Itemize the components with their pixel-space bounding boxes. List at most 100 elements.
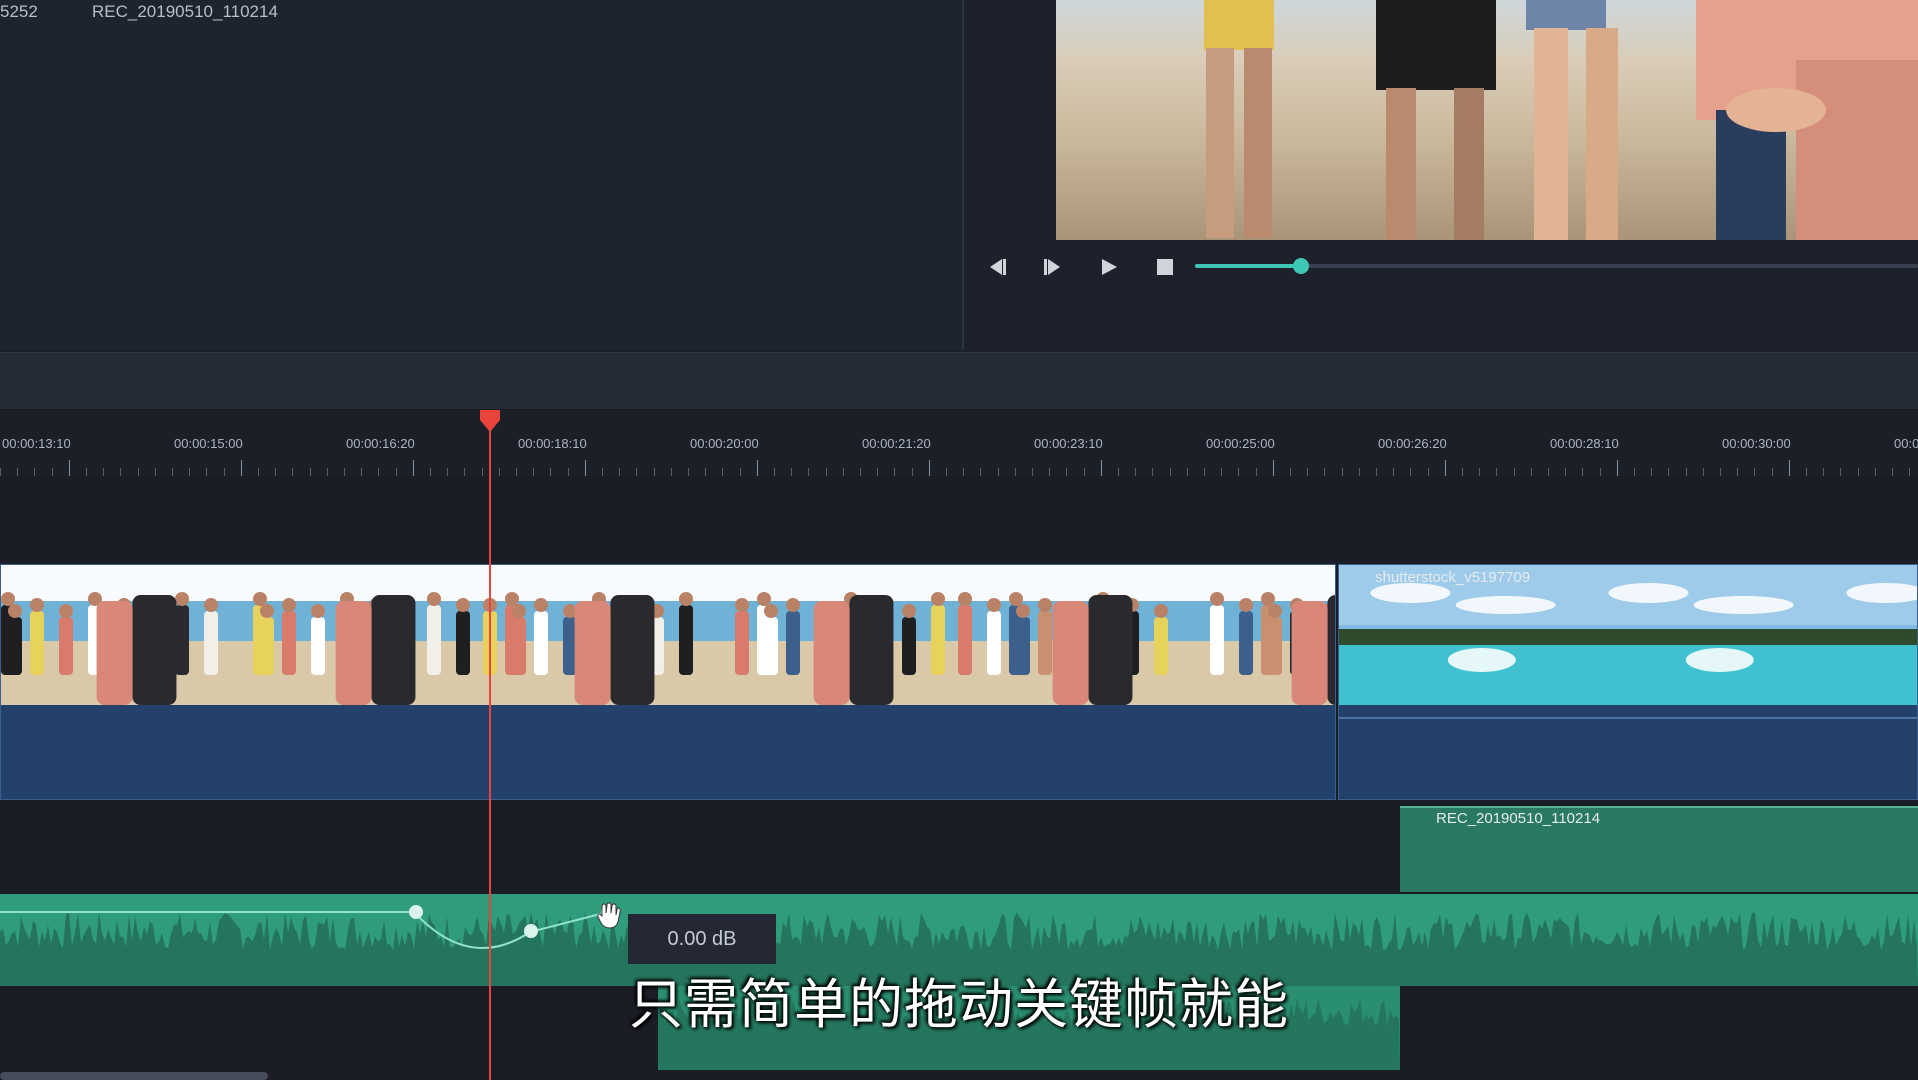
ruler-tick — [774, 468, 775, 476]
ruler-tick — [120, 468, 121, 476]
ruler-tick — [1823, 468, 1824, 476]
ruler-tick — [1496, 468, 1497, 476]
keyframe-point[interactable] — [409, 905, 423, 919]
clip-thumbnails — [1, 565, 1335, 705]
playback-progress-slider[interactable] — [1195, 258, 1918, 274]
video-clip-ocean[interactable]: shutterstock_v5197709 — [1338, 564, 1918, 800]
ruler-tick — [241, 460, 242, 476]
step-forward-button[interactable] — [1036, 250, 1070, 284]
timeline-scrollbar[interactable] — [0, 1072, 268, 1080]
media-item-label[interactable]: REC_20190510_110214 — [92, 2, 278, 22]
ruler-tick — [1514, 468, 1515, 476]
play-icon — [1102, 259, 1117, 275]
ruler-tick — [877, 468, 878, 476]
ruler-tick — [1909, 468, 1910, 476]
ruler-tick — [1307, 468, 1308, 476]
ruler-tick — [1754, 468, 1755, 476]
ruler-tick — [224, 468, 225, 476]
ruler-tick — [619, 468, 620, 476]
ruler-tick — [1066, 468, 1067, 476]
ruler-tick — [1221, 468, 1222, 476]
hand-cursor-icon — [597, 902, 621, 929]
ruler-tick — [1187, 468, 1188, 476]
ruler-tick — [516, 468, 517, 476]
ruler-tick — [1840, 468, 1841, 476]
clip-thumbnail — [1577, 565, 1815, 705]
ruler-time-label: 00:00:26:20 — [1378, 436, 1447, 451]
stop-button[interactable] — [1148, 250, 1182, 284]
ruler-tick — [1565, 468, 1566, 476]
ruler-tick — [86, 468, 87, 476]
timeline-toolbar — [0, 352, 1918, 410]
ruler-tick — [310, 468, 311, 476]
step-back-button[interactable] — [980, 250, 1014, 284]
ruler-tick — [1152, 468, 1153, 476]
ruler-tick — [258, 468, 259, 476]
play-button[interactable] — [1092, 250, 1126, 284]
media-item-label-partial[interactable]: 5252 — [0, 2, 38, 22]
clip-thumbnail — [240, 565, 479, 705]
ruler-tick — [1720, 468, 1721, 476]
ruler-tick — [1858, 468, 1859, 476]
ruler-tick — [413, 460, 414, 476]
ruler-tick — [671, 468, 672, 476]
ruler-tick — [912, 468, 913, 476]
ruler-tick — [1686, 468, 1687, 476]
clip-thumbnail — [1339, 565, 1577, 705]
ruler-tick — [1256, 468, 1257, 476]
ruler-tick — [1806, 468, 1807, 476]
ruler-tick — [998, 468, 999, 476]
ruler-tick — [1359, 468, 1360, 476]
ruler-tick — [1290, 468, 1291, 476]
stop-icon — [1157, 259, 1173, 275]
ruler-tick — [808, 468, 809, 476]
ruler-time-label: 00:00:18:10 — [518, 436, 587, 451]
ruler-tick — [1015, 468, 1016, 476]
ruler-time-label: 00:00:25:00 — [1206, 436, 1275, 451]
ruler-tick — [482, 468, 483, 476]
ruler-tick — [929, 460, 930, 476]
ruler-tick — [602, 468, 603, 476]
ruler-tick — [69, 460, 70, 476]
timeline-ruler[interactable]: 00:00:13:10 00:00:15:00 00:00:16:20 00:00:1… — [0, 410, 1918, 476]
ruler-tick — [568, 468, 569, 476]
keyframe-point[interactable] — [524, 924, 538, 938]
ruler-tick — [533, 468, 534, 476]
ruler-tick — [550, 468, 551, 476]
ruler-tick — [1892, 468, 1893, 476]
audio-clip-rec[interactable]: REC_20190510_110214 — [1400, 806, 1918, 892]
ruler-tick — [1410, 468, 1411, 476]
media-library-panel: 5252 REC_20190510_110214 — [0, 0, 964, 350]
ruler-time-label: 00:00:28:10 — [1550, 436, 1619, 451]
ruler-tick — [34, 468, 35, 476]
clip-thumbnail — [957, 565, 1196, 705]
ruler-tick — [946, 468, 947, 476]
ruler-tick — [1789, 460, 1790, 476]
playhead-line — [489, 418, 491, 1080]
ruler-tick — [1651, 468, 1652, 476]
ruler-tick — [275, 468, 276, 476]
ruler-time-label: 00:00:20:00 — [690, 436, 759, 451]
ruler-tick — [1479, 468, 1480, 476]
preview-video-frame — [1056, 0, 1918, 240]
ruler-time-label: 00:00:15:00 — [174, 436, 243, 451]
audio-clip-title: REC_20190510_110214 — [1436, 810, 1601, 827]
ruler-tick — [860, 468, 861, 476]
ruler-tick — [1445, 460, 1446, 476]
ruler-tick — [894, 468, 895, 476]
ruler-tick — [103, 468, 104, 476]
ruler-tick — [1393, 468, 1394, 476]
ruler-tick — [1342, 468, 1343, 476]
ruler-tick — [963, 468, 964, 476]
video-clip-beach[interactable] — [0, 564, 1336, 800]
ruler-tick — [1204, 468, 1205, 476]
ruler-tick — [1634, 468, 1635, 476]
ruler-tick — [0, 468, 1, 476]
timeline-tracks: shutterstock_v5197709 REC_20190510_11021… — [0, 476, 1918, 1080]
progress-knob[interactable] — [1292, 258, 1309, 274]
ruler-tick — [705, 468, 706, 476]
ruler-tick — [740, 468, 741, 476]
ruler-tick — [791, 468, 792, 476]
ruler-tick — [843, 468, 844, 476]
playhead-handle[interactable] — [477, 410, 503, 432]
